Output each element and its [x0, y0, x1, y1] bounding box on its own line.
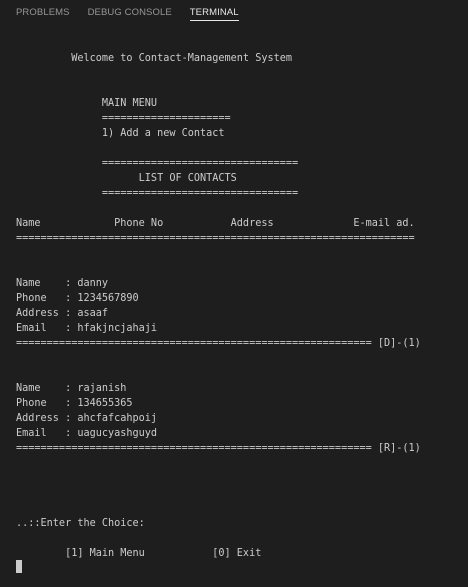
contact-1-rule: ========================================…: [16, 338, 421, 349]
contact-1-address: Address : asaaf: [16, 308, 109, 319]
contact-2-email: Email : uagucyashguyd: [16, 428, 158, 439]
contact-2-address: Address : ahcfafcahpoij: [16, 413, 158, 424]
terminal-output[interactable]: Welcome to Contact-Management System MAI…: [0, 26, 468, 587]
tab-problems[interactable]: PROBLEMS: [16, 7, 70, 20]
choice-prompt: ..::Enter the Choice:: [16, 518, 145, 529]
contact-2-rule: ========================================…: [16, 443, 421, 454]
list-rule-bottom: ================================: [16, 188, 299, 199]
welcome-line: Welcome to Contact-Management System: [16, 53, 293, 64]
list-rule-top: ================================: [16, 158, 299, 169]
contact-2-phone: Phone : 134655365: [16, 398, 133, 409]
tab-terminal[interactable]: TERMINAL: [189, 7, 239, 21]
contact-1-email: Email : hfakjncjahaji: [16, 323, 158, 334]
table-header: Name Phone No Address E-mail ad.: [16, 218, 415, 229]
contact-1-phone: Phone : 1234567890: [16, 293, 139, 304]
menu-options: [1] Main Menu [0] Exit: [16, 548, 262, 559]
contact-1-name: Name : danny: [16, 278, 109, 289]
terminal-cursor: [16, 560, 22, 573]
menu-rule: =====================: [16, 113, 231, 124]
table-rule: ========================================…: [16, 233, 415, 244]
menu-item-add-contact: 1) Add a new Contact: [16, 128, 225, 139]
menu-title: MAIN MENU: [16, 98, 158, 109]
panel-tab-bar: PROBLEMS DEBUG CONSOLE TERMINAL: [0, 0, 468, 26]
contact-2-name: Name : rajanish: [16, 383, 127, 394]
tab-debug-console[interactable]: DEBUG CONSOLE: [88, 7, 172, 20]
list-title: LIST OF CONTACTS: [16, 173, 237, 184]
